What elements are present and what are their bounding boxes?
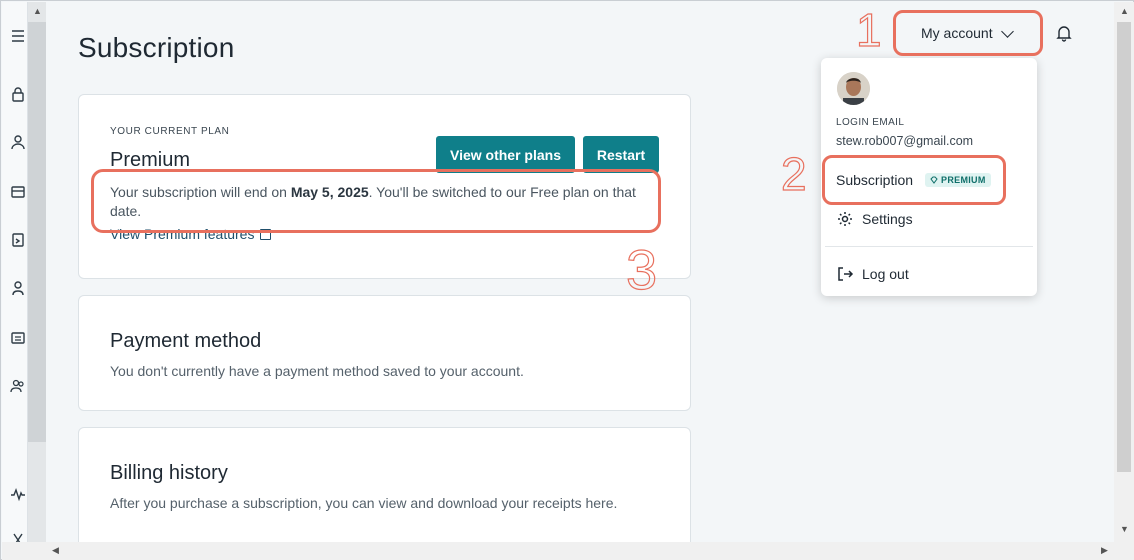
annotation-number-3: 3 [625, 237, 658, 301]
horizontal-scrollbar[interactable]: ◀ ▶ [46, 542, 1114, 560]
hamburger-menu-icon[interactable] [10, 28, 26, 44]
annotation-number-1: 1 [855, 3, 882, 56]
lock-icon[interactable] [10, 86, 26, 102]
menu-divider [825, 246, 1033, 247]
list-icon[interactable] [10, 330, 26, 346]
current-plan-eyebrow: YOUR CURRENT PLAN [110, 126, 230, 137]
contact-icon[interactable] [10, 280, 26, 296]
scroll-down-arrow-icon[interactable]: ▼ [1120, 524, 1129, 534]
bell-icon[interactable] [1055, 24, 1073, 42]
rail-scrollbar[interactable]: ▲ [28, 2, 46, 542]
logout-icon [838, 267, 854, 281]
activity-icon[interactable] [10, 486, 26, 502]
login-email-value: stew.rob007@gmail.com [836, 134, 974, 148]
scroll-up-arrow-icon[interactable]: ▲ [1120, 6, 1129, 16]
billing-history-card: Billing history After you purchase a sub… [78, 427, 691, 542]
restart-button[interactable]: Restart [583, 136, 659, 173]
user-icon[interactable] [10, 134, 26, 150]
billing-history-title: Billing history [110, 462, 228, 484]
annotation-box-1 [893, 10, 1043, 56]
billing-history-description: After you purchase a subscription, you c… [110, 495, 618, 511]
card-icon[interactable] [10, 184, 26, 200]
scrollbar-corner-left [2, 542, 46, 560]
menu-item-logout[interactable]: Log out [836, 265, 909, 283]
annotation-number-2: 2 [780, 147, 807, 200]
vertical-scrollbar[interactable]: ▲ ▼ [1114, 2, 1134, 542]
annotation-box-2 [822, 155, 1006, 205]
scroll-up-arrow-icon[interactable]: ▲ [33, 6, 42, 16]
menu-item-settings[interactable]: Settings [836, 210, 913, 228]
left-icon-rail [2, 2, 28, 547]
payment-method-description: You don't currently have a payment metho… [110, 363, 524, 379]
page-title: Subscription [78, 32, 235, 63]
main-content: Subscription YOUR CURRENT PLAN Premium V… [46, 2, 1114, 542]
group-icon[interactable] [10, 378, 26, 394]
gear-icon [838, 212, 852, 226]
payment-method-title: Payment method [110, 330, 262, 352]
rail-scroll-thumb[interactable] [28, 22, 46, 442]
logout-menu-label: Log out [862, 266, 909, 282]
settings-menu-label: Settings [862, 211, 913, 227]
payment-method-card: Payment method You don't currently have … [78, 295, 691, 411]
login-email-label: LOGIN EMAIL [836, 117, 905, 128]
scrollbar-corner [1114, 542, 1134, 560]
annotation-box-3 [91, 169, 661, 233]
avatar [837, 72, 870, 105]
scroll-right-arrow-icon[interactable]: ▶ [1101, 545, 1108, 556]
view-other-plans-button[interactable]: View other plans [436, 136, 575, 173]
scroll-left-arrow-icon[interactable]: ◀ [52, 545, 59, 556]
vertical-scroll-thumb[interactable] [1117, 22, 1131, 472]
app-window: ▲ Subscription YOUR CURRENT PLAN Premium… [0, 0, 1134, 560]
document-icon[interactable] [10, 232, 26, 248]
